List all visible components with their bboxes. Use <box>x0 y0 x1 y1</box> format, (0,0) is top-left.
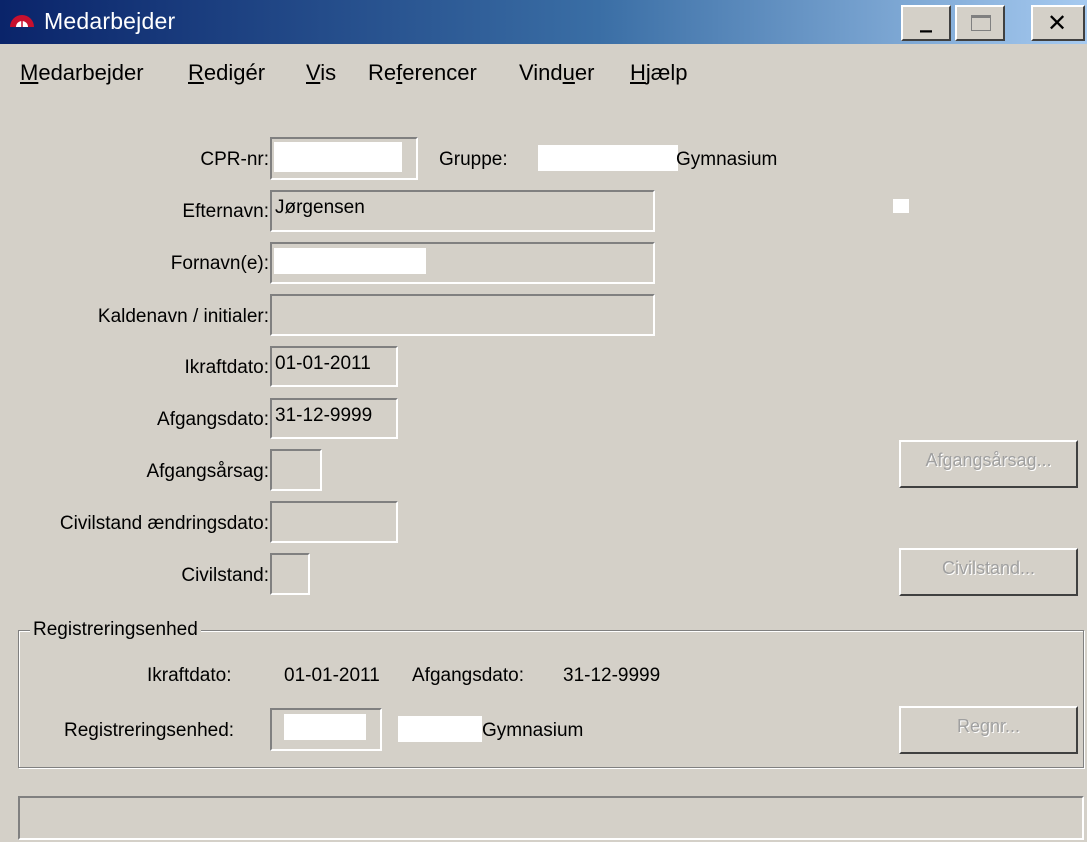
civilstand-field[interactable] <box>270 553 310 595</box>
registreringsenhed-group-title: Registreringsenhed <box>30 618 201 642</box>
reg-enhed-field[interactable] <box>270 708 382 751</box>
kaldenavn-label: Kaldenavn / initialer: <box>97 306 269 327</box>
kaldenavn-field[interactable] <box>270 294 655 336</box>
status-bar <box>18 796 1084 840</box>
fornavn-field[interactable] <box>270 242 655 284</box>
maximize-icon <box>971 15 991 31</box>
redaction <box>538 145 678 171</box>
fornavn-label: Fornavn(e): <box>170 253 269 274</box>
title-bar[interactable]: Medarbejder _ ✕ <box>0 0 1087 44</box>
cpr-label: CPR-nr: <box>200 149 269 170</box>
gruppe-value: Gymnasium <box>676 149 778 170</box>
menu-hjaelp[interactable]: Hjælp <box>630 58 687 88</box>
redaction <box>274 142 402 172</box>
menu-vinduer[interactable]: Vinduer <box>519 58 594 88</box>
civilstand-dato-field[interactable] <box>270 501 398 543</box>
efternavn-field[interactable]: Jørgensen <box>270 190 655 232</box>
reg-enhed-label: Registreringsenhed: <box>64 720 235 741</box>
menu-bar: Medarbejder Redigér Vis Referencer Vindu… <box>0 58 1087 92</box>
menu-referencer[interactable]: Referencer <box>368 58 477 88</box>
minimize-button[interactable]: _ <box>901 5 951 41</box>
menu-medarbejder[interactable]: Medarbejder <box>20 58 144 88</box>
afgangsaarsag-label: Afgangsårsag: <box>146 461 269 482</box>
afgangsaarsag-field[interactable] <box>270 449 322 491</box>
reg-afgangsdato-value: 31-12-9999 <box>563 665 661 686</box>
reg-ikraftdato-label: Ikraftdato: <box>147 665 232 686</box>
civilstand-label: Civilstand: <box>181 565 269 586</box>
close-button[interactable]: ✕ <box>1031 5 1085 41</box>
civilstand-button[interactable]: Civilstand... <box>899 548 1078 596</box>
gruppe-label: Gruppe: <box>439 149 508 170</box>
afgangsaarsag-button[interactable]: Afgangsårsag... <box>899 440 1078 488</box>
employee-window: Medarbejder _ ✕ Medarbejder Redigér Vis … <box>0 0 1087 842</box>
civilstand-button-label: Civilstand... <box>941 558 1036 578</box>
maximize-button[interactable] <box>955 5 1005 41</box>
cpr-field[interactable] <box>270 137 418 180</box>
reg-ikraftdato-value: 01-01-2011 <box>284 665 380 686</box>
menu-rediger[interactable]: Redigér <box>188 58 265 88</box>
ikraftdato-field[interactable]: 01-01-2011 <box>270 346 398 387</box>
redaction <box>398 716 482 742</box>
redaction <box>284 714 366 740</box>
regnr-button-label: Regnr... <box>956 716 1021 736</box>
efternavn-label: Efternavn: <box>182 201 269 222</box>
close-icon: ✕ <box>1047 9 1068 37</box>
reg-enhed-name: Gymnasium <box>482 720 584 741</box>
window-title: Medarbejder <box>44 8 176 34</box>
menu-vis[interactable]: Vis <box>306 58 336 88</box>
redaction <box>274 248 426 274</box>
regnr-button[interactable]: Regnr... <box>899 706 1078 754</box>
redaction <box>893 199 909 213</box>
afgangsaarsag-button-label: Afgangsårsag... <box>925 450 1052 470</box>
minimize-icon: _ <box>920 5 932 33</box>
civilstand-dato-label: Civilstand ændringsdato: <box>59 513 269 534</box>
afgangsdato-label: Afgangsdato: <box>157 409 269 430</box>
ikraftdato-label: Ikraftdato: <box>184 357 270 378</box>
reg-afgangsdato-label: Afgangsdato: <box>412 665 524 686</box>
app-icon <box>10 15 34 27</box>
afgangsdato-field[interactable]: 31-12-9999 <box>270 398 398 439</box>
